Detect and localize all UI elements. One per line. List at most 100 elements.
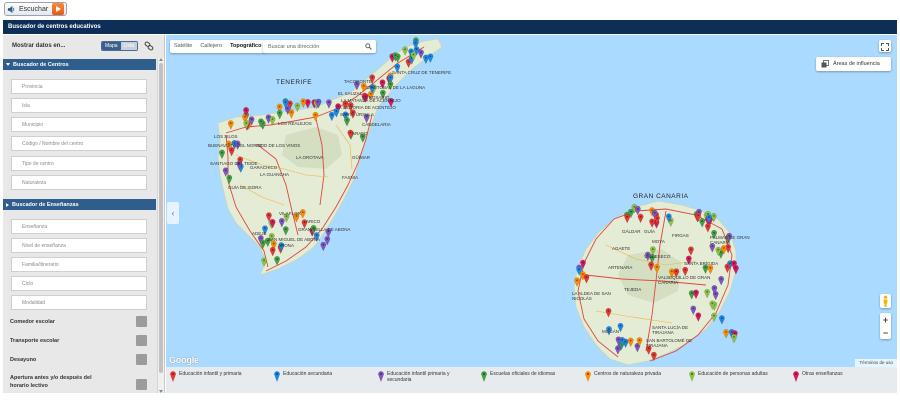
school-marker[interactable] bbox=[649, 218, 655, 228]
familia-field[interactable]: Familia/itinerario bbox=[11, 257, 147, 272]
map-type-satellite[interactable]: Satélite bbox=[170, 40, 196, 53]
school-marker[interactable] bbox=[423, 54, 429, 65]
influence-areas-button[interactable]: Áreas de influencia bbox=[816, 57, 891, 71]
map-type-topographic[interactable]: Topográfico bbox=[226, 40, 265, 53]
town-label: SANTIAGO DEL TEIDE bbox=[210, 161, 258, 166]
listen-bar: Escuchar bbox=[4, 2, 68, 16]
school-marker[interactable] bbox=[344, 117, 350, 127]
school-marker[interactable] bbox=[278, 218, 285, 228]
apertura-checkbox[interactable] bbox=[136, 379, 147, 390]
school-marker[interactable] bbox=[583, 274, 590, 284]
school-marker[interactable] bbox=[627, 337, 634, 348]
legend-label: Educación infantil y primaria bbox=[179, 371, 242, 377]
desayuno-checkbox[interactable] bbox=[136, 354, 147, 365]
scroll-up-icon[interactable] bbox=[159, 58, 163, 61]
town-label: LA OROTAVA bbox=[296, 155, 324, 160]
listen-button[interactable]: Escuchar bbox=[4, 2, 68, 16]
school-marker[interactable] bbox=[276, 110, 283, 120]
search-icon[interactable] bbox=[365, 43, 372, 50]
school-marker[interactable] bbox=[695, 312, 702, 322]
school-marker[interactable] bbox=[328, 111, 335, 122]
town-label: SANTA BRÍGIDA bbox=[684, 261, 719, 266]
school-marker[interactable] bbox=[637, 213, 644, 224]
school-marker[interactable] bbox=[724, 263, 731, 274]
sidebar-scrollbar[interactable] bbox=[157, 58, 164, 393]
terms-link[interactable]: Términos de uso bbox=[855, 359, 897, 367]
school-marker[interactable] bbox=[634, 205, 641, 216]
centros-section-header[interactable]: Buscador de Centros bbox=[3, 59, 156, 70]
transporte-checkbox[interactable] bbox=[136, 335, 147, 346]
link-icon[interactable] bbox=[144, 41, 154, 51]
school-marker[interactable] bbox=[274, 256, 280, 266]
school-marker[interactable] bbox=[731, 334, 737, 344]
ciclo-field[interactable]: Ciclo bbox=[11, 276, 147, 291]
legend-item-idiomas: Escuelas oficiales de idiomas bbox=[481, 371, 585, 382]
ensenanza-field[interactable]: Enseñanza bbox=[11, 219, 147, 234]
school-marker[interactable] bbox=[711, 312, 717, 323]
fullscreen-button[interactable] bbox=[879, 40, 891, 52]
school-marker[interactable] bbox=[624, 213, 631, 224]
school-marker[interactable] bbox=[226, 174, 233, 185]
school-marker[interactable] bbox=[312, 111, 319, 122]
school-marker[interactable] bbox=[615, 345, 621, 355]
school-marker[interactable] bbox=[688, 246, 694, 256]
map-type-street[interactable]: Callejero bbox=[196, 40, 226, 53]
naturaleza-field[interactable]: Naturaleza bbox=[11, 175, 147, 190]
collapse-sidebar-button[interactable]: ‹ bbox=[167, 202, 179, 224]
school-marker[interactable] bbox=[418, 49, 424, 59]
school-marker[interactable] bbox=[269, 116, 276, 126]
play-icon[interactable] bbox=[52, 3, 65, 15]
school-marker[interactable] bbox=[699, 218, 706, 228]
municipio-field[interactable]: Municipio bbox=[11, 117, 147, 132]
zoom-out-button[interactable]: − bbox=[880, 326, 891, 339]
school-marker[interactable] bbox=[260, 239, 266, 250]
comedor-checkbox[interactable] bbox=[136, 316, 147, 327]
municipio-placeholder: Municipio bbox=[22, 121, 44, 128]
school-marker[interactable] bbox=[574, 277, 580, 287]
school-marker[interactable] bbox=[648, 261, 654, 272]
school-marker[interactable] bbox=[651, 351, 657, 362]
school-marker[interactable] bbox=[705, 223, 711, 233]
school-marker[interactable] bbox=[228, 147, 235, 157]
zoom-in-button[interactable]: + bbox=[880, 313, 891, 326]
tipo-centro-field[interactable]: Tipo de centro bbox=[11, 156, 147, 171]
marker-purple-icon bbox=[378, 371, 384, 382]
map-legend: Educación infantil y primaria Educación … bbox=[166, 367, 897, 393]
school-marker[interactable] bbox=[227, 120, 234, 130]
school-marker[interactable] bbox=[723, 329, 729, 339]
ensenanzas-section-header[interactable]: Buscador de Enseñanzas bbox=[3, 199, 156, 210]
school-marker[interactable] bbox=[320, 241, 327, 252]
list-view-toggle[interactable]: Lista bbox=[120, 42, 138, 50]
google-logo: Google bbox=[169, 355, 199, 365]
modalidad-field[interactable]: Modalidad bbox=[11, 295, 147, 310]
school-marker[interactable] bbox=[282, 226, 289, 236]
address-search-input[interactable]: Buscar una dirección bbox=[263, 40, 376, 53]
isla-field[interactable]: Isla bbox=[11, 98, 147, 113]
school-marker[interactable] bbox=[269, 246, 276, 257]
school-marker[interactable] bbox=[654, 264, 660, 274]
school-marker[interactable] bbox=[326, 99, 332, 109]
nivel-field[interactable]: Nivel de enseñanza bbox=[11, 238, 147, 253]
ensenanzas-section-title: Buscador de Enseñanzas bbox=[12, 201, 79, 208]
town-label: TEJEDA bbox=[624, 287, 642, 292]
school-marker[interactable] bbox=[702, 264, 709, 274]
school-marker[interactable] bbox=[605, 308, 612, 318]
map-canvas[interactable]: TENERIFE GRAN CANARIA SANTA CRUZ DE TENE… bbox=[166, 35, 897, 367]
school-marker[interactable] bbox=[693, 289, 699, 300]
school-marker[interactable] bbox=[402, 46, 408, 56]
provincia-field[interactable]: Provincia bbox=[11, 79, 147, 94]
school-marker[interactable] bbox=[719, 315, 725, 325]
school-marker[interactable] bbox=[261, 257, 267, 267]
school-marker[interactable] bbox=[704, 288, 711, 299]
school-marker[interactable] bbox=[222, 167, 229, 177]
school-marker[interactable] bbox=[690, 305, 697, 316]
centro-name-field[interactable]: Código / Nombre del centro bbox=[11, 136, 147, 151]
school-marker[interactable] bbox=[294, 102, 301, 113]
street-view-pegman[interactable] bbox=[880, 294, 891, 308]
school-marker[interactable] bbox=[219, 149, 225, 160]
map-view-toggle[interactable]: Mapa bbox=[102, 42, 121, 50]
school-marker[interactable] bbox=[300, 98, 307, 108]
scrollbar-thumb[interactable] bbox=[159, 63, 163, 373]
school-marker[interactable] bbox=[707, 264, 714, 275]
scroll-down-icon[interactable] bbox=[159, 390, 163, 393]
